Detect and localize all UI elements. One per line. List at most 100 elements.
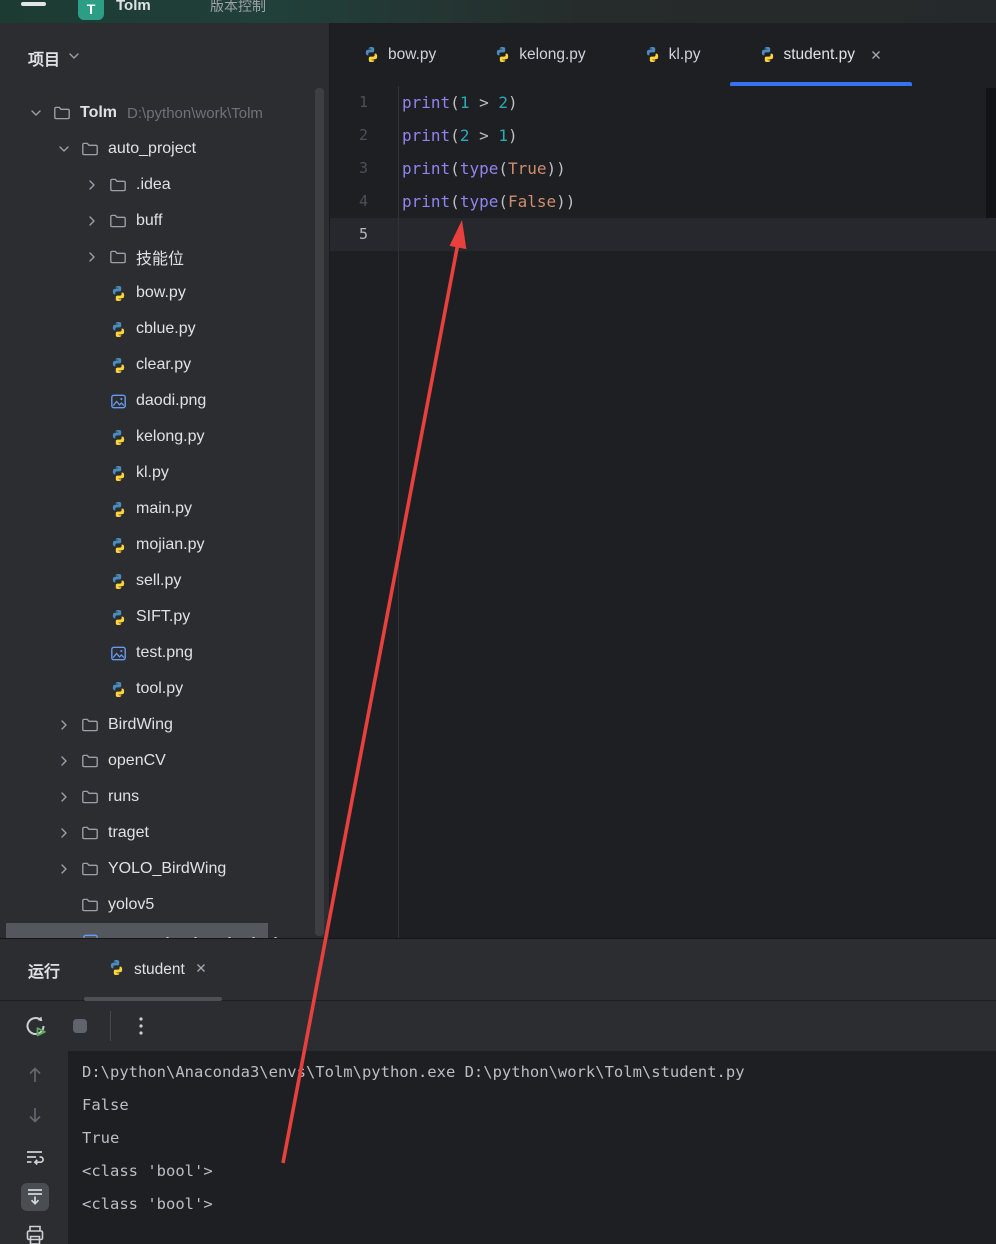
code-line: print(type(False))	[402, 185, 575, 218]
tree-item-runs[interactable]: runs	[0, 779, 329, 815]
tree-item-SIFT.py[interactable]: SIFT.py	[0, 599, 329, 635]
folder-icon	[80, 860, 100, 878]
hamburger-menu-icon[interactable]	[21, 1, 47, 19]
tree-item-label: cblue.py	[136, 320, 196, 337]
code-token: ))	[546, 159, 566, 178]
editor-tab-bow.py[interactable]: bow.py	[334, 23, 465, 86]
python-file-icon	[108, 959, 125, 981]
code-token: (	[450, 93, 460, 112]
soft-wrap-icon[interactable]	[21, 1143, 49, 1171]
tree-item-sell.py[interactable]: sell.py	[0, 563, 329, 599]
print-icon[interactable]	[21, 1221, 49, 1244]
python-file-icon	[759, 46, 776, 63]
chevron-right-icon[interactable]	[54, 717, 74, 733]
tree-item-label: main.py	[136, 500, 193, 517]
editor-tab-student.py[interactable]: student.py	[729, 23, 913, 86]
tree-item-.idea[interactable]: .idea	[0, 167, 329, 203]
line-number: 2	[358, 126, 368, 144]
code-token: (	[498, 192, 508, 211]
tree-item-技能位[interactable]: 技能位	[0, 239, 329, 275]
console-output-area[interactable]: D:\python\Anaconda3\envs\Tolm\python.exe…	[68, 1051, 996, 1244]
scroll-down-icon[interactable]	[21, 1101, 49, 1129]
tree-item-main.py[interactable]: main.py	[0, 491, 329, 527]
editor-tab-kelong.py[interactable]: kelong.py	[465, 23, 614, 86]
tree-item-cblue.py[interactable]: cblue.py	[0, 311, 329, 347]
tree-item-label: yolov5	[108, 896, 155, 913]
chevron-right-icon[interactable]	[54, 753, 74, 769]
folder-icon	[80, 788, 100, 806]
chevron-right-icon[interactable]	[54, 861, 74, 877]
tree-item-path: D:\python\work\Tolm	[127, 104, 263, 122]
scroll-to-end-icon[interactable]	[21, 1183, 49, 1211]
python-file-icon	[108, 572, 128, 590]
tree-item-daodi.png[interactable]: daodi.png	[0, 383, 329, 419]
chevron-right-icon[interactable]	[82, 249, 102, 265]
folder-icon	[52, 104, 72, 122]
stop-icon[interactable]	[66, 1012, 94, 1040]
title-bar: T Tolm 版本控制	[0, 0, 996, 23]
tree-item-Tolm[interactable]: Tolm D:\python\work\Tolm	[0, 95, 329, 131]
line-number: 5	[358, 225, 368, 243]
console-output: D:\python\Anaconda3\envs\Tolm\python.exe…	[82, 1056, 745, 1221]
tree-item-kelong.py[interactable]: kelong.py	[0, 419, 329, 455]
python-file-icon	[108, 608, 128, 626]
code-token: False	[507, 192, 557, 211]
tree-item-clear.py[interactable]: clear.py	[0, 347, 329, 383]
tree-item-buff[interactable]: buff	[0, 203, 329, 239]
chevron-down-icon[interactable]	[54, 141, 74, 157]
folder-icon	[108, 248, 128, 266]
tree-item-auto_project[interactable]: auto_project	[0, 131, 329, 167]
folder-icon	[80, 140, 100, 158]
project-panel-header[interactable]: 项目	[28, 40, 82, 76]
code-token: print	[402, 93, 451, 112]
tree-item-kl.py[interactable]: kl.py	[0, 455, 329, 491]
tree-item-BirdWing[interactable]: BirdWing	[0, 707, 329, 743]
more-options-icon[interactable]	[127, 1012, 155, 1040]
line-number: 4	[358, 192, 368, 210]
run-tab-student[interactable]: student	[84, 939, 222, 1001]
tree-item-YOLO_BirdWing[interactable]: YOLO_BirdWing	[0, 851, 329, 887]
rerun-icon[interactable]	[22, 1012, 50, 1040]
chevron-right-icon[interactable]	[82, 213, 102, 229]
folder-icon	[108, 212, 128, 230]
code-token: 2	[498, 93, 508, 112]
chevron-down-icon[interactable]	[26, 105, 46, 121]
console-line: True	[82, 1129, 120, 1147]
python-file-icon	[108, 428, 128, 446]
console-line: D:\python\Anaconda3\envs\Tolm\python.exe…	[82, 1063, 745, 1081]
close-icon[interactable]	[869, 48, 883, 62]
tree-item-tool.py[interactable]: tool.py	[0, 671, 329, 707]
python-file-icon	[108, 320, 128, 338]
console-gutter	[0, 1051, 68, 1244]
scroll-up-icon[interactable]	[21, 1061, 49, 1089]
tree-scrollbar[interactable]	[315, 88, 324, 936]
tree-item-openCV[interactable]: openCV	[0, 743, 329, 779]
tree-item-mojian.py[interactable]: mojian.py	[0, 527, 329, 563]
python-file-icon	[108, 284, 128, 302]
code-editor[interactable]: print(1 > 2) print(2 > 1) print(type(True)…	[402, 86, 575, 251]
run-panel: 运行 student D:\python\Anaconda3\envs\Tolm…	[0, 938, 996, 1244]
tree-item-hidden[interactable]	[0, 923, 329, 938]
tree-item-yolov5[interactable]: yolov5	[0, 887, 329, 923]
app-icon[interactable]: T	[78, 0, 104, 20]
editor-tab-kl.py[interactable]: kl.py	[615, 23, 730, 86]
code-token: 2	[459, 126, 470, 145]
code-token: type	[459, 159, 499, 178]
close-icon[interactable]	[194, 961, 208, 980]
tree-item-bow.py[interactable]: bow.py	[0, 275, 329, 311]
tree-item-test.png[interactable]: test.png	[0, 635, 329, 671]
chevron-right-icon[interactable]	[82, 177, 102, 193]
chevron-right-icon[interactable]	[54, 825, 74, 841]
chevron-right-icon[interactable]	[54, 789, 74, 805]
title-vcs-menu[interactable]: 版本控制	[210, 0, 266, 16]
editor-scrollbar[interactable]	[986, 88, 996, 218]
tree-item-traget[interactable]: traget	[0, 815, 329, 851]
title-project-name[interactable]: Tolm	[116, 0, 151, 14]
